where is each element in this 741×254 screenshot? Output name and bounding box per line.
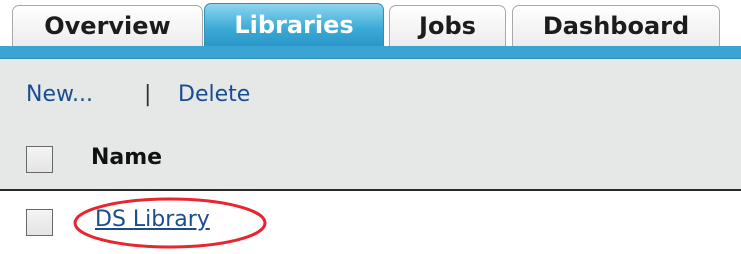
row-checkbox[interactable]: [26, 209, 53, 236]
action-bar: New... | Delete: [0, 59, 741, 131]
table-row: DS Library: [0, 191, 741, 254]
libraries-page: Overview Libraries Jobs Dashboard New...…: [0, 0, 741, 254]
tab-dashboard[interactable]: Dashboard: [512, 5, 720, 46]
tab-jobs[interactable]: Jobs: [389, 5, 506, 46]
tab-underline-bar: [0, 46, 741, 59]
delete-link[interactable]: Delete: [178, 82, 250, 107]
tab-overview[interactable]: Overview: [12, 5, 203, 46]
select-all-checkbox[interactable]: [26, 146, 53, 173]
column-header-name: Name: [91, 145, 163, 170]
action-separator: |: [144, 82, 152, 107]
library-name-link[interactable]: DS Library: [95, 207, 210, 232]
new-link[interactable]: New...: [26, 82, 93, 107]
libraries-panel: New... | Delete Name DS Library: [0, 59, 741, 254]
tab-libraries[interactable]: Libraries: [204, 3, 384, 46]
table-header-row: Name: [0, 131, 741, 191]
tab-bar: Overview Libraries Jobs Dashboard: [0, 0, 741, 46]
